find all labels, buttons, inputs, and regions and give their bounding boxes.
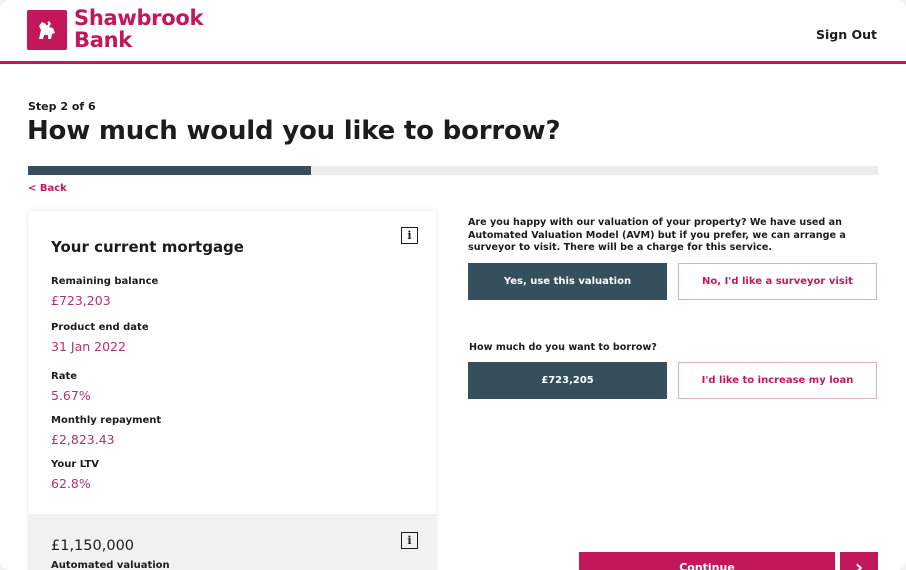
rate-label: Rate [51, 371, 78, 382]
continue-button[interactable]: Continue [579, 552, 835, 570]
app-window: Shawbrook Bank Sign Out Step 2 of 6 How … [0, 0, 906, 570]
valuation-info-icon[interactable]: i [401, 532, 418, 549]
monthly-repayment-value: £2,823.43 [51, 432, 115, 447]
remaining-balance-value: £723,203 [51, 293, 111, 308]
brand-logo-text[interactable]: Shawbrook Bank [74, 7, 203, 51]
site-header: Shawbrook Bank Sign Out [0, 0, 906, 64]
page-title: How much would you like to borrow? [27, 116, 561, 146]
current-mortgage-card: Your current mortgage i Remaining balanc… [29, 211, 436, 570]
valuation-label: Automated valuation [51, 560, 170, 570]
borrow-amount-button[interactable]: £723,205 [468, 362, 667, 399]
brand-name-line2: Bank [74, 28, 132, 52]
sign-out-link[interactable]: Sign Out [816, 27, 877, 42]
valuation-amount: £1,150,000 [51, 538, 135, 554]
card-title: Your current mortgage [51, 238, 244, 256]
ltv-label: Your LTV [51, 459, 100, 470]
progress-bar [28, 166, 878, 175]
progress-bar-fill [28, 166, 312, 175]
step-indicator: Step 2 of 6 [28, 100, 96, 113]
product-end-date-label: Product end date [51, 322, 149, 333]
valuation-section: £1,150,000 Automated valuation i [29, 514, 436, 570]
ltv-value: 62.8% [51, 476, 91, 491]
increase-loan-button[interactable]: I'd like to increase my loan [678, 362, 877, 399]
product-end-date-value: 31 Jan 2022 [51, 339, 126, 354]
use-valuation-button[interactable]: Yes, use this valuation [468, 263, 667, 300]
brand-name-line1: Shawbrook [74, 6, 204, 30]
borrow-question: How much do you want to borrow? [469, 342, 657, 353]
surveyor-visit-button[interactable]: No, I'd like a surveyor visit [678, 263, 877, 300]
monthly-repayment-label: Monthly repayment [51, 415, 162, 426]
info-icon[interactable]: i [401, 227, 418, 244]
back-link[interactable]: < Back [28, 183, 67, 194]
valuation-question: Are you happy with our valuation of your… [468, 217, 846, 253]
remaining-balance-label: Remaining balance [51, 276, 159, 287]
lion-logo-icon[interactable] [27, 10, 67, 50]
rate-value: 5.67% [51, 388, 91, 403]
chevron-right-icon[interactable]: › [840, 552, 878, 570]
